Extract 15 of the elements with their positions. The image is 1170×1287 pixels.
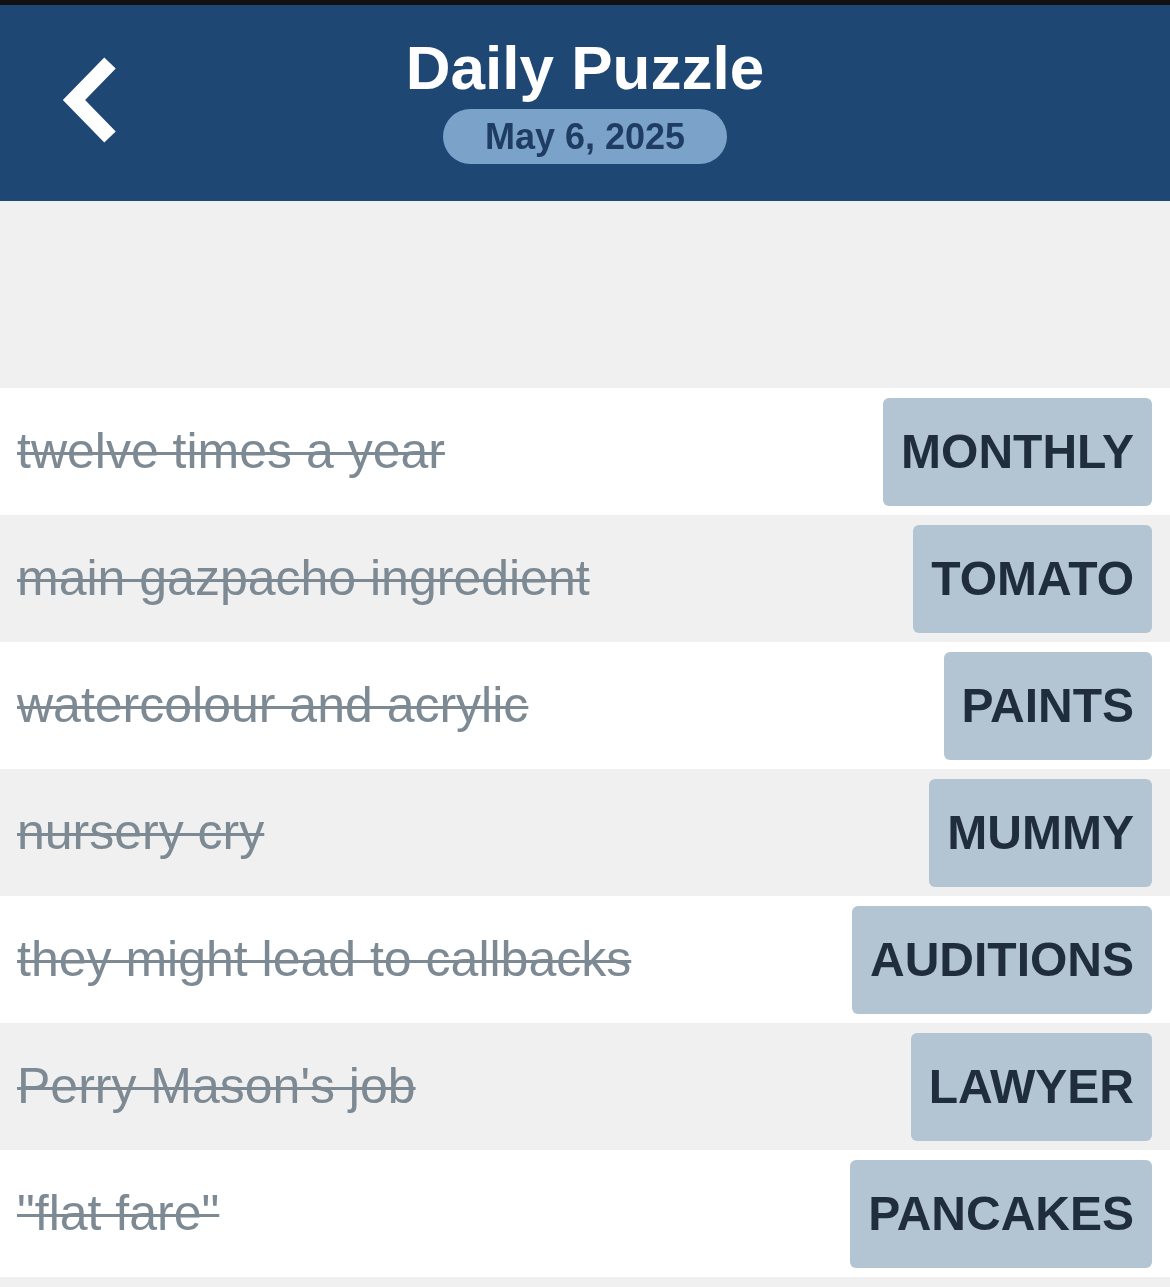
clue-text: main gazpacho ingredient: [16, 549, 590, 608]
date-badge: May 6, 2025: [442, 109, 728, 165]
clue-text: watercolour and acrylic: [16, 676, 529, 735]
answer-tile: MONTHLY: [883, 397, 1152, 506]
answer-tile: PAINTS: [943, 651, 1152, 760]
clue-text: nursery cry: [16, 803, 265, 862]
answer-tile: MUMMY: [929, 778, 1152, 887]
clue-text: Perry Mason's job: [16, 1057, 416, 1116]
answer-tile: AUDITIONS: [852, 905, 1152, 1014]
answer-tile: PANCAKES: [850, 1159, 1152, 1268]
answer-tile: TOMATO: [913, 524, 1152, 633]
clue-text: they might lead to callbacks: [16, 930, 632, 989]
answer-tile: LAWYER: [910, 1032, 1152, 1141]
clue-text: "flat fare": [16, 1184, 220, 1243]
clue-text: twelve times a year: [16, 422, 445, 481]
